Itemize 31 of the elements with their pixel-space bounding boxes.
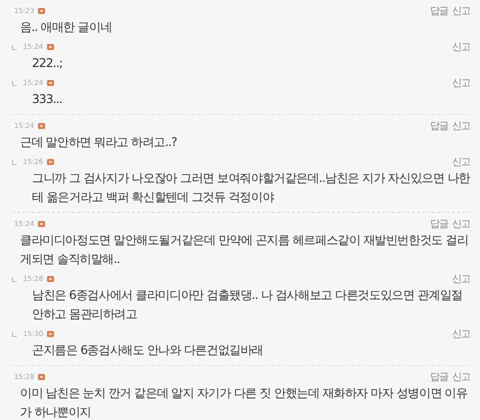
comment-text: 근데 말안하면 뭐라고 하려고..? — [19, 134, 178, 151]
badge-icon — [38, 123, 46, 129]
badge-icon — [38, 8, 46, 14]
report-link[interactable]: 신고 — [452, 327, 470, 341]
badge-icon — [38, 374, 46, 380]
reply-text: 333... — [31, 91, 64, 108]
comment-text: 음.. 애매한 글이네 — [19, 19, 113, 36]
reply-text: 그니까 그 검사지가 나오잖아 그러면 보여줘야할거같은데..남친은 지가 자신있으면 나한테 옮은거라고 백퍼 확신할텐데 그것듀 걱정이야 — [31, 170, 470, 206]
report-link[interactable]: 신고 — [452, 40, 470, 54]
badge-icon — [47, 44, 54, 50]
comment-text: 클라미디아정도면 말안해도될거같은데 만약에 곤지름 헤르페스같이 재발빈번한것도 걸리게되면 솔직히말해.. — [19, 232, 470, 268]
report-link[interactable]: 신고 — [452, 119, 470, 133]
report-link[interactable]: 신고 — [452, 370, 470, 384]
reply-text: 222..; — [31, 55, 64, 72]
report-link[interactable]: 신고 — [452, 4, 470, 18]
badge-icon — [47, 331, 54, 337]
badge-icon — [47, 80, 54, 86]
badge-icon — [47, 159, 54, 165]
badge-icon — [47, 276, 54, 282]
comment-text: 이미 남친은 눈치 깐거 같은데 알지 자기가 다른 짓 안했는데 재화하자 마자 성병이면 이유가 하나뿐이지 — [19, 385, 468, 420]
reply-link[interactable]: 답글 — [430, 119, 448, 133]
reply-text: 남친은 6종검사에서 클라미디아만 검출됐댕.. 나 검사해보고 다른것도있으면 관계일절안하고 몸관리하려고 — [31, 287, 464, 323]
report-link[interactable]: 신고 — [452, 272, 470, 286]
reply-text: 곤지름은 6종검사해도 안나와 다른건없길바래 — [31, 342, 264, 359]
reply-link[interactable]: 답글 — [430, 217, 448, 231]
report-link[interactable]: 신고 — [452, 155, 470, 169]
report-link[interactable]: 신고 — [452, 76, 470, 90]
reply-link[interactable]: 답글 — [430, 370, 448, 384]
report-link[interactable]: 신고 — [452, 217, 470, 231]
reply-link[interactable]: 답글 — [430, 4, 448, 18]
badge-icon — [38, 221, 46, 227]
